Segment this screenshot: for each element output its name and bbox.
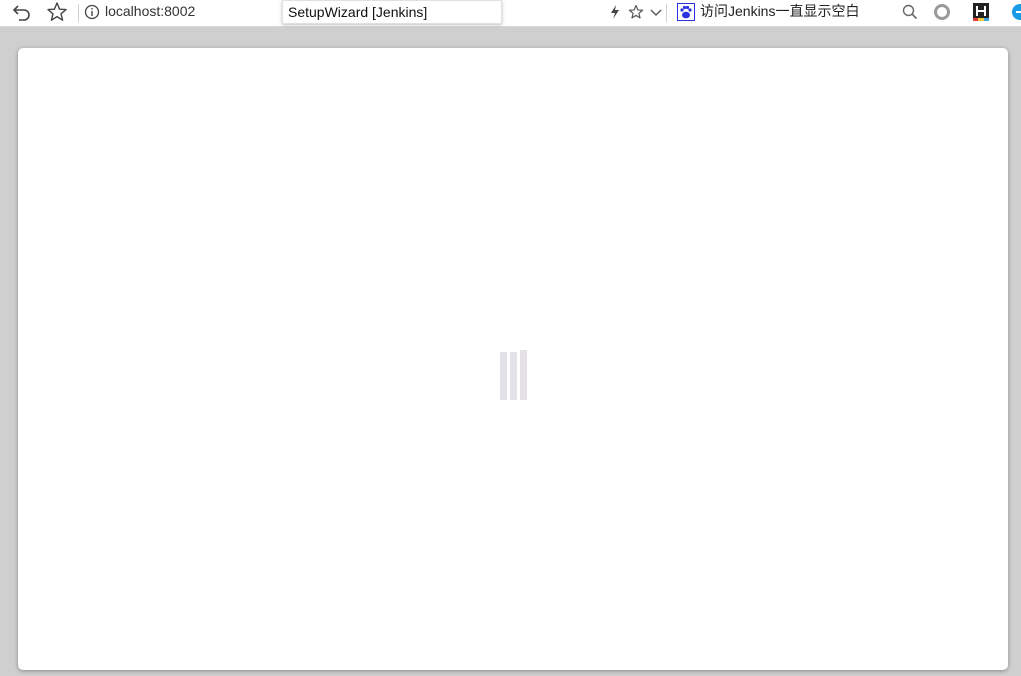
address-separator	[78, 4, 79, 22]
search-input[interactable]: 访问Jenkins一直显示空白	[700, 3, 859, 19]
search-icon[interactable]	[900, 0, 920, 24]
address-bar-url[interactable]: localhost:8002	[105, 3, 195, 19]
tooltip-text: SetupWizard [Jenkins]	[288, 4, 428, 20]
chevron-down-icon[interactable]	[648, 0, 664, 24]
search-separator	[666, 4, 667, 22]
circle-icon[interactable]	[932, 0, 952, 24]
spinner-bar	[500, 352, 507, 400]
loading-spinner-icon	[500, 350, 528, 400]
h-extension-icon[interactable]	[971, 0, 991, 24]
bookmark-star-icon[interactable]	[44, 0, 70, 24]
spinner-bar	[520, 350, 527, 400]
browser-toolbar: localhost:8002 SetupWizard [Jenkins] 访问J…	[0, 0, 1021, 27]
tab-title-tooltip: SetupWizard [Jenkins]	[282, 0, 502, 24]
lightning-icon[interactable]	[606, 0, 624, 24]
info-icon[interactable]	[83, 0, 101, 24]
star-icon[interactable]	[626, 0, 646, 24]
blue-extension-icon[interactable]	[1007, 0, 1021, 24]
spinner-bar	[510, 352, 517, 400]
baidu-paw-icon[interactable]	[676, 0, 696, 24]
page-content-area	[18, 48, 1008, 670]
undo-icon[interactable]	[10, 0, 34, 24]
